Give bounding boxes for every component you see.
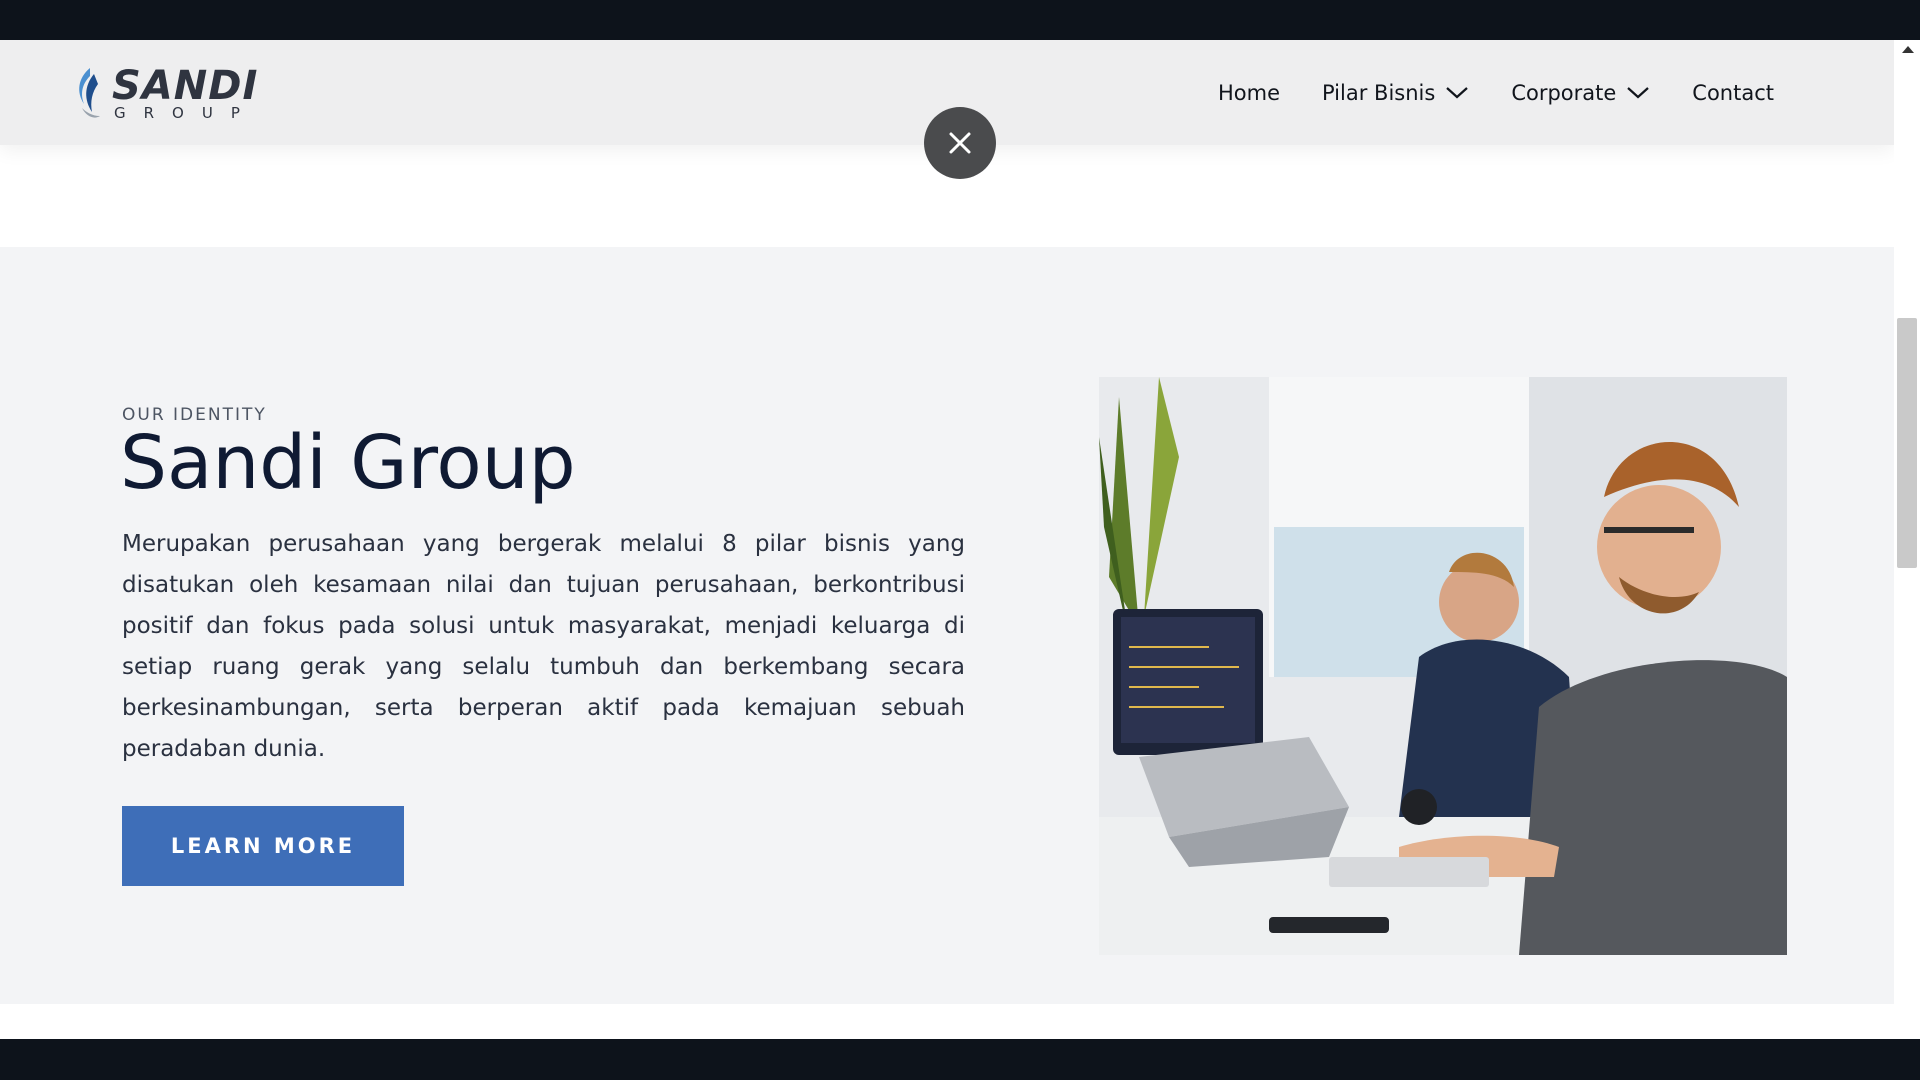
section-description: Merupakan perusahaan yang bergerak melal… xyxy=(122,531,965,762)
nav-pilar-bisnis-label: Pilar Bisnis xyxy=(1321,80,1436,105)
close-button[interactable] xyxy=(924,107,996,179)
chevron-down-icon xyxy=(1446,86,1469,98)
scrollbar-thumb[interactable] xyxy=(1897,318,1917,568)
chevron-down-icon xyxy=(1627,86,1650,98)
browser-top-bar xyxy=(0,0,1920,40)
logo-wordmark: SANDI xyxy=(112,63,259,109)
nav-corporate[interactable]: Corporate xyxy=(1511,81,1650,105)
flame-logo-icon xyxy=(79,68,100,118)
scrollbar[interactable] xyxy=(1894,40,1920,1039)
browser-bottom-bar xyxy=(0,1039,1920,1080)
nav-contact[interactable]: Contact xyxy=(1692,81,1774,105)
page: SANDI GROUP Home Pilar Bisnis Corporate xyxy=(0,40,1894,1039)
nav-home-label: Home xyxy=(1217,80,1280,105)
nav-corporate-label: Corporate xyxy=(1511,80,1617,105)
identity-section: OUR IDENTITY Sandi Group Merupakan perus… xyxy=(0,247,1894,1004)
learn-more-button[interactable]: LEARN MORE xyxy=(122,806,404,886)
nav-pilar-bisnis[interactable]: Pilar Bisnis xyxy=(1322,81,1469,105)
nav-home[interactable]: Home xyxy=(1218,81,1280,105)
office-photo xyxy=(1099,377,1787,955)
close-icon xyxy=(949,132,971,154)
section-title: Sandi Group xyxy=(120,420,576,506)
scroll-up-arrow-icon[interactable] xyxy=(1902,46,1914,53)
nav-contact-label: Contact xyxy=(1692,80,1774,105)
logo-subtitle: GROUP xyxy=(114,104,258,122)
main-nav: Home Pilar Bisnis Corporate Contact xyxy=(1176,40,1774,145)
sandi-group-logo[interactable]: SANDI GROUP xyxy=(68,64,268,124)
